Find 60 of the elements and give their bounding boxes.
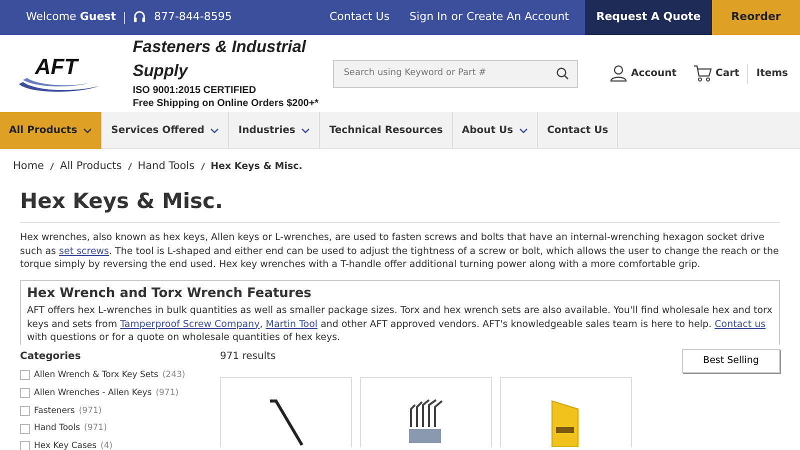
create-account-link[interactable]: Create An Account	[466, 9, 569, 26]
sign-in-link[interactable]: Sign In	[410, 9, 448, 26]
category-checkbox[interactable]	[20, 406, 30, 416]
breadcrumb-separator-icon	[128, 163, 132, 170]
search-icon[interactable]	[556, 67, 570, 80]
breadcrumb-current: Hex Keys & Misc.	[210, 160, 302, 174]
breadcrumb-separator-icon	[200, 163, 205, 170]
category-count: (971)	[78, 404, 102, 418]
welcome-text: Welcome Guest	[26, 9, 116, 26]
category-count: (971)	[84, 422, 107, 436]
breadcrumb-link[interactable]: Hand Tools	[138, 159, 195, 175]
features-paragraph: AFT offers hex L-wrenches in bulk quantities as well as smaller package sizes. Torx and hex wrench sets are also available. You'll find wholesale hex and torx keys and sets from Tamperproof Screw Company, Martin Tool and other AFT approved vendors. AFT's knowledgeable sales team is here to help. Contact us with questions or for a quote on wholesale quantities of hex keys.	[27, 304, 773, 346]
category-label[interactable]: Allen Wrenches - Allen Keys	[34, 386, 152, 400]
company-name: Fasteners & Industrial Supply	[132, 37, 308, 82]
page-title: Hex Keys & Misc.	[20, 188, 224, 214]
user-icon	[610, 65, 628, 82]
vendor-link[interactable]: Tamperproof Screw Company	[120, 318, 260, 330]
nav-tab[interactable]: Industries	[229, 112, 320, 149]
category-checkbox[interactable]	[20, 441, 30, 450]
search-field[interactable]: Search using Keyword or Part #	[342, 66, 556, 82]
nav-tab[interactable]: About Us	[452, 112, 538, 149]
category-label[interactable]: Fasteners	[34, 404, 75, 418]
sort-dropdown[interactable]: Best Selling	[682, 349, 780, 374]
category-label[interactable]: Allen Wrench & Torx Key Sets	[34, 369, 158, 382]
category-label[interactable]: Hand Tools	[34, 422, 80, 436]
headset-icon	[132, 11, 146, 24]
vendor-link[interactable]: Martin Tool	[266, 318, 318, 330]
cart-link[interactable]: Cart	[692, 65, 740, 82]
nav-tab[interactable]: Contact Us	[538, 112, 618, 149]
intro-paragraph: Hex wrenches, also known as hex keys, Allen keys or L-wrenches, are used to fasten screws and bolts that have an internal-wrenching hexagon socket drive such as set screws. The tool is L-shaped and either end can be used to adjust the tightness of a screw or bolt, which allows the user to change the reach or the torque simply by reversing the end used. Hex key wrenches with a T-handle offer additional turning power along with a more comfortable grip.	[20, 230, 780, 272]
contact-link[interactable]: Contact Us	[329, 9, 390, 26]
account-link[interactable]: Account	[610, 65, 677, 82]
category-count: (4)	[100, 440, 113, 450]
request-quote-button[interactable]: Request A Quote	[585, 0, 712, 35]
reorder-button[interactable]: Reorder	[712, 0, 800, 35]
category-count: (243)	[162, 369, 186, 382]
nav-tab[interactable]: Services Offered	[102, 112, 230, 149]
nav-tab[interactable]: All Products	[0, 112, 102, 149]
breadcrumb-link[interactable]: All Products	[60, 159, 122, 175]
category-checkbox[interactable]	[20, 388, 30, 398]
shipping-text: Free Shipping on Online Orders $200+*	[132, 97, 320, 111]
category-count: (971)	[156, 386, 179, 400]
breadcrumb-separator-icon	[50, 163, 54, 170]
category-checkbox[interactable]	[20, 424, 30, 434]
phone-link[interactable]: 877-844-8595	[154, 9, 232, 26]
product-card[interactable]	[360, 377, 492, 448]
vendor-link[interactable]: Contact us	[714, 318, 766, 330]
or-text: or	[451, 9, 463, 26]
certification-text: ISO 9001:2015 CERTIFIED	[132, 84, 258, 98]
set-screws-link[interactable]: set screws	[59, 246, 110, 257]
features-heading: Hex Wrench and Torx Wrench Features	[27, 285, 312, 304]
breadcrumb-link[interactable]: Home	[13, 159, 44, 175]
nav-tab[interactable]: Technical Resources	[320, 112, 453, 149]
items-link[interactable]: Items	[756, 66, 788, 81]
category-checkbox[interactable]	[20, 370, 30, 380]
search-box[interactable]: Search using Keyword or Part #	[332, 60, 578, 88]
category-label[interactable]: Hex Key Cases	[34, 440, 97, 450]
cart-icon	[692, 65, 712, 82]
results-count: 971 results	[220, 350, 276, 364]
categories-title: Categories	[20, 350, 82, 364]
